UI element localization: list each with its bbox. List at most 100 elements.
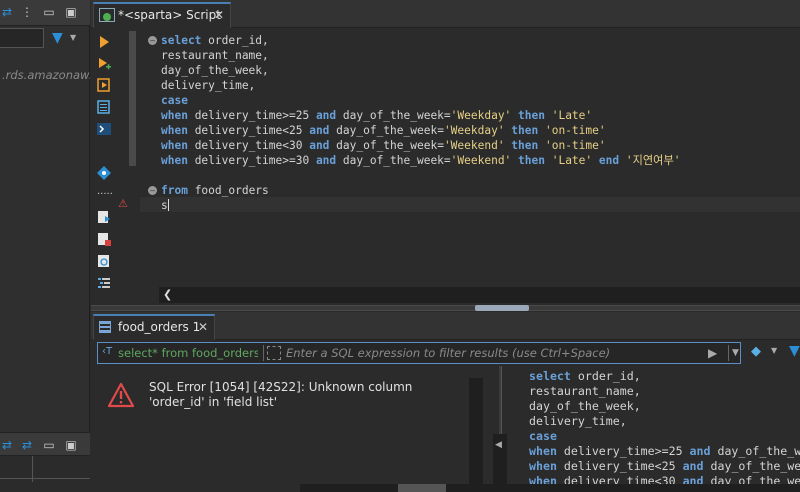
filter-query-text[interactable]: select* from food_orders — [118, 346, 258, 360]
sql-keyword: from — [161, 184, 195, 197]
sql-keyword: end — [592, 154, 626, 167]
code-line: delivery_time, — [161, 78, 255, 93]
error-scrollbar[interactable] — [469, 378, 483, 492]
execute-in-new-tab-icon[interactable] — [97, 57, 111, 71]
sql-icon: ‹T — [102, 346, 113, 357]
sql-line: when delivery_time>=25 and day_of_the_w — [529, 444, 800, 459]
database-navigator-panel: ⇄ ⋮ ▭ ▣ ▼ ▼ .rds.amazonaw... ⇄ ⇄ ▭ ▣ — [0, 0, 90, 492]
sql-string: 'Weekday' — [443, 124, 505, 137]
warning-icon[interactable]: ⚠ — [117, 198, 129, 210]
sql-text: day_of_the_we — [710, 459, 800, 473]
sql-text: delivery_time, — [529, 414, 627, 428]
export-icon[interactable] — [97, 210, 111, 224]
fold-toggle-icon[interactable]: – — [148, 36, 157, 45]
sql-keyword: and — [689, 444, 718, 458]
text-caret — [168, 199, 169, 211]
code-line: day_of_the_week, — [161, 63, 269, 78]
fold-toggle-icon[interactable]: – — [148, 186, 157, 195]
editor-gutter — [116, 29, 130, 287]
sql-keyword: when — [529, 444, 564, 458]
scroll-left-icon[interactable]: ❮ — [163, 288, 172, 301]
explain-plan-icon[interactable] — [97, 122, 111, 136]
bottom-panel-content — [0, 456, 90, 492]
connection-host-label[interactable]: .rds.amazonaw... — [2, 68, 90, 82]
sql-keyword: when — [529, 459, 564, 473]
code-line: when delivery_time<30 and day_of_the_wee… — [161, 138, 606, 153]
chevron-down-icon[interactable]: ▼ — [771, 346, 777, 355]
close-icon[interactable]: ✕ — [214, 8, 224, 22]
minimize-icon[interactable]: ▭ — [42, 5, 56, 19]
sql-text: order_id, — [208, 34, 269, 47]
sql-keyword: and — [315, 109, 343, 122]
eraser-icon[interactable]: ◆ — [751, 344, 761, 359]
sql-keyword: when — [161, 124, 195, 137]
code-line: s — [161, 198, 168, 213]
results-panel: SQL Error [1054] [42S22]: Unknown column… — [91, 366, 800, 492]
sql-text: day_of_the_week, — [161, 64, 269, 77]
sql-string: 'Weekend' — [443, 139, 505, 152]
code-line: restaurant_name, — [161, 48, 269, 63]
tab-label: *<sparta> Script — [118, 8, 221, 22]
sql-line: delivery_time, — [529, 414, 627, 429]
sql-editor[interactable]: – select order_id, restaurant_name, day_of_… — [140, 29, 800, 287]
close-icon[interactable]: ✕ — [198, 320, 208, 334]
filter-expression-input[interactable] — [286, 343, 706, 363]
editor-horizontal-scrollbar[interactable]: ❮ — [159, 287, 800, 303]
sql-keyword: and — [309, 124, 337, 137]
minimize-icon[interactable]: ▭ — [42, 438, 56, 452]
maximize-icon[interactable]: ▣ — [64, 438, 78, 452]
menu-icon[interactable]: ⋮ — [20, 5, 34, 19]
sql-keyword: and — [309, 139, 337, 152]
sql-keyword: then — [504, 139, 545, 152]
sql-keyword: and — [315, 154, 343, 167]
tab-food-orders-1[interactable]: food_orders 1 ✕ — [93, 314, 215, 340]
sql-line: restaurant_name, — [529, 384, 641, 399]
sql-line: day_of_the_week, — [529, 399, 641, 414]
sql-text: delivery_time>=25 — [194, 109, 316, 122]
scrollbar-thumb[interactable] — [398, 484, 446, 492]
editor-toolbar: ····· — [91, 29, 116, 309]
chevron-down-icon[interactable]: ▼ — [70, 31, 80, 45]
sql-string: 'Weekend' — [450, 154, 512, 167]
code-line: when delivery_time>=25 and day_of_the_we… — [161, 108, 592, 123]
filter-icon[interactable]: ▼ — [52, 29, 70, 47]
load-execution-plan-icon[interactable] — [97, 166, 111, 180]
sync-icon[interactable]: ⇄ — [0, 5, 14, 19]
link-icon[interactable]: ⇄ — [20, 438, 34, 452]
bottom-scrollbar[interactable] — [300, 484, 800, 492]
sql-text: s — [161, 199, 168, 212]
sql-text: day_of_the_week= — [342, 154, 451, 167]
splitter-handle[interactable] — [475, 305, 529, 311]
connected-badge-icon — [103, 13, 111, 21]
divider — [263, 345, 264, 361]
sql-text: order_id, — [577, 369, 641, 383]
chevron-left-icon[interactable]: ◀ — [495, 440, 502, 450]
sql-line: when delivery_time<25 and day_of_the_we — [529, 459, 800, 474]
code-line: select order_id, — [161, 33, 269, 48]
sql-keyword: when — [161, 154, 195, 167]
sql-keyword: case — [529, 429, 557, 443]
error-icon — [107, 382, 135, 408]
navigator-toolbar: ⇄ ⋮ ▭ ▣ — [0, 0, 90, 26]
history-icon[interactable] — [97, 254, 111, 268]
execute-script-icon[interactable] — [97, 78, 111, 92]
file-error-icon[interactable] — [97, 232, 111, 246]
editor-results-splitter[interactable] — [91, 305, 800, 311]
apply-filter-icon[interactable]: ▶ — [708, 346, 717, 360]
execute-script-new-tab-icon[interactable] — [97, 100, 111, 114]
navigator-filter-input[interactable] — [0, 28, 44, 48]
code-line: case — [161, 93, 188, 108]
sql-text: delivery_time>=25 — [563, 444, 690, 458]
chevron-down-icon[interactable]: ▼ — [728, 345, 742, 361]
sync-icon[interactable]: ⇄ — [0, 438, 14, 452]
more-options-icon[interactable]: ····· — [97, 188, 113, 202]
outline-icon[interactable] — [97, 276, 111, 290]
expand-filter-icon[interactable] — [267, 346, 281, 360]
maximize-icon[interactable]: ▣ — [64, 5, 78, 19]
query-range-marker — [129, 31, 136, 166]
filter-icon[interactable]: ▼ — [789, 343, 800, 359]
sql-text: delivery_time<30 — [194, 139, 310, 152]
tab-sparta-script[interactable]: *<sparta> Script ✕ — [93, 2, 231, 28]
execute-statement-icon[interactable] — [97, 35, 111, 49]
sql-text: restaurant_name, — [529, 384, 641, 398]
